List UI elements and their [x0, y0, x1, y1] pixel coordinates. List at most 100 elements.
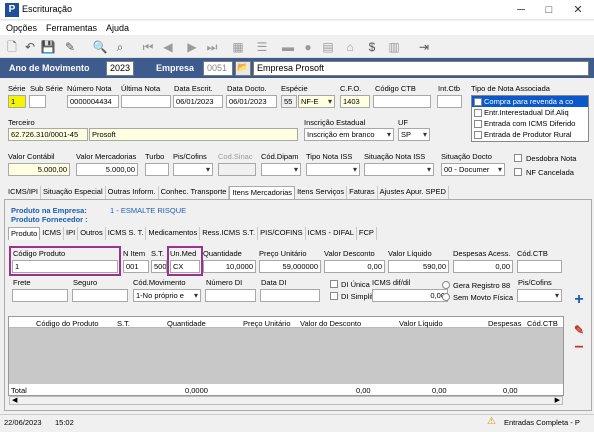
apple-icon[interactable]: ● [300, 39, 316, 55]
undo-icon[interactable]: ↶ [22, 39, 38, 55]
ultima-nota-input[interactable] [121, 95, 171, 108]
add-item-icon[interactable]: + [571, 292, 587, 308]
book-icon[interactable]: ▥ [386, 39, 402, 55]
desdobra-nota-checkbox[interactable] [514, 154, 522, 162]
frete-input[interactable] [12, 289, 68, 302]
n-item-input[interactable]: 001 [123, 260, 149, 273]
minimize-button[interactable]: ─ [508, 2, 534, 18]
tipo-nota-iss-select[interactable] [306, 163, 360, 176]
subtab-produto[interactable]: Produto [8, 227, 41, 240]
seguro-input[interactable] [72, 289, 128, 302]
tipo-nota-listbox[interactable]: Compra para revenda a co Entr.Interestad… [471, 95, 589, 142]
serie-input[interactable]: 1 [8, 95, 26, 108]
numero-di-input[interactable] [205, 289, 256, 302]
ano-input[interactable]: 2023 [106, 61, 134, 76]
subtab-fcp[interactable]: FCP [357, 227, 377, 240]
tab-situacao-especial[interactable]: Situação Especial [41, 186, 106, 199]
quantidade-input[interactable]: 10,0000 [203, 260, 256, 273]
valor-liquido-input[interactable]: 590,00 [388, 260, 449, 273]
especie-select[interactable]: NF-E [298, 95, 335, 108]
cod-ctb-input[interactable] [517, 260, 562, 273]
folder-icon[interactable]: ▬ [280, 39, 296, 55]
gera-registro-radio[interactable] [442, 281, 450, 289]
int-ctb-input[interactable] [437, 95, 462, 108]
new-document-icon[interactable]: 🗋 [4, 39, 20, 55]
valor-desconto-input[interactable]: 0,00 [324, 260, 385, 273]
subtab-icms-st[interactable]: ICMS S. T. [106, 227, 147, 240]
data-escrit-input[interactable]: 06/01/2023 [173, 95, 223, 108]
cabinet-icon[interactable]: ▤ [320, 39, 336, 55]
search-icon[interactable]: ⌕ [112, 39, 128, 55]
tab-faturas[interactable]: Faturas [347, 186, 378, 199]
checkbox[interactable] [474, 97, 482, 106]
list-icon[interactable]: ☰ [254, 39, 270, 55]
despesas-acess-input[interactable]: 0,00 [453, 260, 513, 273]
di-simplif-checkbox[interactable] [330, 292, 338, 300]
nf-cancelada-checkbox[interactable] [514, 168, 522, 176]
tab-outras-inform[interactable]: Outras Inform. [106, 186, 159, 199]
subtab-icms-difal[interactable]: ICMS - DIFAL [306, 227, 357, 240]
checkbox[interactable] [474, 119, 482, 128]
sem-movto-radio[interactable] [442, 293, 450, 301]
house-icon[interactable]: ⌂ [342, 39, 358, 55]
subtab-medicamentos[interactable]: Medicamentos [146, 227, 201, 240]
data-docto-input[interactable]: 06/01/2023 [226, 95, 277, 108]
inscricao-select[interactable]: Inscrição em branco [304, 128, 394, 141]
edit-item-icon[interactable]: ✎ [571, 322, 587, 338]
menu-ferramentas[interactable]: Ferramentas [46, 23, 97, 33]
save-icon[interactable]: 💾 [40, 39, 56, 55]
subtab-ipi[interactable]: IPI [64, 227, 79, 240]
next-record-icon[interactable]: ▶ [184, 39, 200, 55]
sub-serie-input[interactable] [29, 95, 46, 108]
grid-icon[interactable]: ▦ [230, 39, 246, 55]
close-button[interactable]: ✕ [565, 2, 591, 18]
cfo-input[interactable]: 1403 [340, 95, 370, 108]
tab-ajustes-apur-sped[interactable]: Ajustes Apur. SPED [378, 186, 449, 199]
checkbox[interactable] [474, 108, 482, 117]
di-unica-checkbox[interactable] [330, 280, 338, 288]
subtab-pis-cofins[interactable]: PIS/COFINS [258, 227, 306, 240]
valor-contabil-input[interactable]: 5.000,00 [8, 163, 70, 176]
situacao-nota-iss-select[interactable] [364, 163, 434, 176]
tab-conhec-transporte[interactable]: Conhec. Transporte [159, 186, 230, 199]
scroll-left-icon[interactable]: ◀ [12, 396, 17, 404]
remove-item-icon[interactable]: − [571, 340, 587, 356]
codigo-ctb-input[interactable] [373, 95, 431, 108]
tab-icms-ipi[interactable]: ICMS/IPI [6, 186, 42, 199]
data-di-input[interactable] [260, 289, 320, 302]
numero-nota-input[interactable]: 0000004434 [67, 95, 119, 108]
pis-cofins-item-select[interactable] [517, 289, 562, 302]
cod-dipam-select[interactable] [261, 163, 301, 176]
preco-unitario-input[interactable]: 59,000000 [259, 260, 321, 273]
exit-icon[interactable]: ⇥ [416, 39, 432, 55]
subtab-ress-icms-st[interactable]: Ress.ICMS S.T. [200, 227, 259, 240]
empresa-code-input[interactable]: 0051 [203, 61, 233, 76]
checkbox[interactable] [474, 130, 482, 139]
tipo-nota-option[interactable]: Entrada com ICMS Diferido [472, 118, 588, 129]
folder-open-icon[interactable]: 📂 [235, 61, 251, 76]
last-record-icon[interactable]: ⏭ [204, 39, 220, 55]
uf-select[interactable]: SP [398, 128, 430, 141]
situacao-docto-select[interactable]: 00 - Documer [441, 163, 505, 176]
money-icon[interactable]: $ [364, 39, 380, 55]
turbo-input[interactable] [145, 163, 169, 176]
preview-icon[interactable]: 🔍 [92, 39, 108, 55]
previous-record-icon[interactable]: ◀ [160, 39, 176, 55]
codigo-produto-input[interactable]: 1 [12, 260, 118, 273]
first-record-icon[interactable]: ⏮ [140, 39, 156, 55]
delete-icon[interactable]: ✎ [62, 39, 78, 55]
terceiro-cnpj-input[interactable]: 62.726.310/0001-45 [8, 128, 88, 141]
pis-cofins-select[interactable] [173, 163, 213, 176]
cod-movimento-select[interactable]: 1-No próprio e [133, 289, 201, 302]
menu-ajuda[interactable]: Ajuda [106, 23, 129, 33]
valor-mercadorias-input[interactable]: 5.000,00 [76, 163, 138, 176]
un-med-input[interactable]: CX [170, 260, 200, 273]
tab-itens-servicos[interactable]: Itens Serviços [295, 186, 348, 199]
st-input[interactable]: 500 [151, 260, 167, 273]
tipo-nota-option[interactable]: Compra para revenda a co [472, 96, 588, 107]
grid-horizontal-scrollbar[interactable]: ◀ ▶ [9, 396, 563, 405]
menu-opcoes[interactable]: Opções [6, 23, 37, 33]
scroll-right-icon[interactable]: ▶ [555, 396, 560, 404]
tab-itens-mercadorias[interactable]: Itens Mercadorias [229, 186, 296, 199]
maximize-button[interactable]: □ [536, 2, 562, 18]
